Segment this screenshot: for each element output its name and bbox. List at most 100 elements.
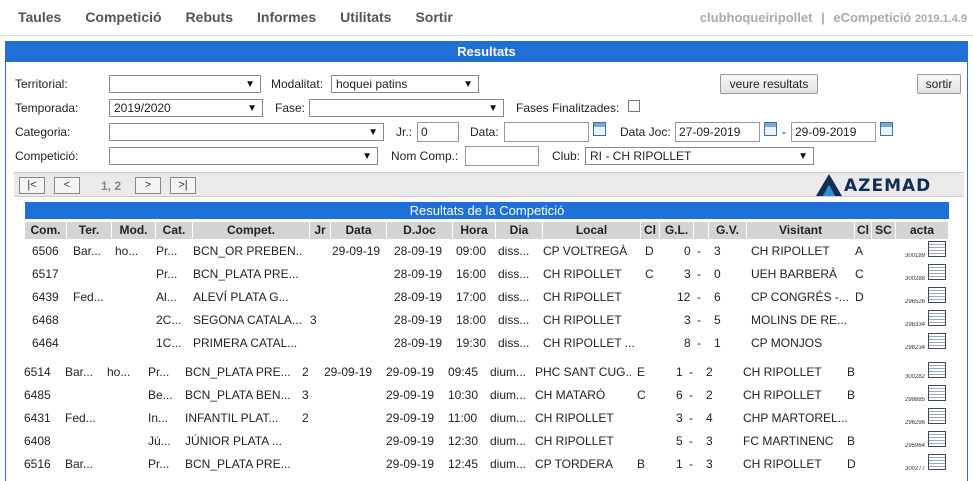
- calendar-icon[interactable]: [764, 122, 777, 136]
- club-select[interactable]: RI - CH RIPOLLET ▼: [585, 147, 814, 165]
- nomcomp-input[interactable]: [465, 146, 539, 166]
- data-input[interactable]: [504, 122, 589, 142]
- temporada-select[interactable]: 2019/2020 ▼: [109, 99, 263, 117]
- competicio-select[interactable]: ▼: [109, 147, 378, 165]
- menu-competicio[interactable]: Competició: [85, 9, 161, 25]
- acta-document-icon[interactable]: [928, 454, 946, 470]
- column-header[interactable]: Cl: [855, 222, 872, 239]
- goals-local-cell: 8: [684, 336, 691, 350]
- acta-number: 296296: [905, 420, 926, 426]
- column-header[interactable]: Cl: [641, 222, 660, 239]
- visitor-class-cell: D: [847, 457, 856, 471]
- local-team-cell: CH RIPOLLET ...: [543, 336, 635, 350]
- column-header[interactable]: Compet.: [193, 222, 310, 239]
- score-dash: -: [697, 244, 701, 258]
- app-name: eCompetició: [833, 10, 912, 25]
- acta-document-icon[interactable]: [928, 408, 946, 424]
- column-header[interactable]: Jr: [310, 222, 331, 239]
- datajoc-from-input[interactable]: 27-09-2019: [675, 122, 760, 142]
- column-header[interactable]: Cat.: [156, 222, 193, 239]
- table-row[interactable]: 6506 Bar... ho... Pr... BCN_OR PREBEN... 29-0…: [25, 241, 965, 261]
- column-header[interactable]: acta: [896, 222, 949, 239]
- column-header[interactable]: Visitant: [747, 222, 855, 239]
- acta-document-icon[interactable]: [928, 431, 946, 447]
- score-dash: -: [697, 290, 701, 304]
- table-row[interactable]: 6431 Fed... In... INFANTIL PLAT... 2 29-09-19…: [17, 408, 957, 428]
- temporada-value: 2019/2020: [114, 101, 171, 115]
- club-label: Club:: [552, 149, 581, 163]
- column-header[interactable]: G.V.: [709, 222, 747, 239]
- acta-document-icon[interactable]: [928, 310, 946, 326]
- table-row[interactable]: 6514 Bar... ho... Pr... BCN_PLATA PRE... 2 29-…: [17, 362, 957, 382]
- column-header[interactable]: Com.: [25, 222, 67, 239]
- jr-input[interactable]: 0: [417, 122, 459, 142]
- table-row[interactable]: 6439 Fed... Al... ALEVÍ PLATA G... 28-09-19 1…: [25, 287, 965, 307]
- sortir-button[interactable]: sortir: [917, 74, 961, 94]
- visitor-team-cell: CH RIPOLLET: [743, 365, 822, 379]
- goals-visitor-cell: 4: [706, 411, 713, 425]
- dia-cell: diss...: [498, 244, 530, 258]
- table-row[interactable]: 6485 Be... BCN_PLATA BEN... 3 29-09-19 10:30 d…: [17, 385, 957, 405]
- menu-rebuts[interactable]: Rebuts: [186, 9, 233, 25]
- dia-cell: diss...: [498, 313, 530, 327]
- table-row[interactable]: 6516 Bar... Pr... BCN_PLATA PRE... 29-09-19 1…: [17, 454, 957, 474]
- menu-informes[interactable]: Informes: [257, 9, 316, 25]
- acta-document-icon[interactable]: [928, 362, 946, 378]
- column-header[interactable]: G.L.: [660, 222, 694, 239]
- column-header[interactable]: SC: [872, 222, 896, 239]
- page-numbers[interactable]: 1, 2: [101, 179, 121, 193]
- fases-finalitzades-checkbox[interactable]: [628, 100, 640, 112]
- match-id: 6431: [24, 411, 51, 425]
- prev-page-button[interactable]: <: [54, 177, 80, 194]
- first-page-button[interactable]: |<: [19, 177, 45, 194]
- menu-sortir[interactable]: Sortir: [415, 9, 452, 25]
- competicio-cell: INFANTIL PLAT...: [185, 411, 279, 425]
- fase-select[interactable]: ▼: [309, 99, 504, 117]
- last-page-button[interactable]: >|: [170, 177, 196, 194]
- next-page-button[interactable]: >: [135, 177, 161, 194]
- goals-local-cell: 3: [676, 411, 683, 425]
- calendar-icon[interactable]: [880, 122, 893, 136]
- visitor-team-cell: CH RIPOLLET: [743, 388, 822, 402]
- modalitat-select[interactable]: hoquei patins ▼: [331, 75, 479, 93]
- table-row[interactable]: 6468 2C... SEGONA CATALA... 3 28-09-19 18:00 d…: [25, 310, 965, 330]
- table-row[interactable]: 6517 Pr... BCN_PLATA PRE... 28-09-19 16:00 di…: [25, 264, 965, 284]
- veure-resultats-button[interactable]: veure resultats: [720, 74, 818, 94]
- local-team-cell: CP VOLTREGÀ: [543, 244, 628, 258]
- dia-cell: dium...: [490, 388, 527, 402]
- acta-document-icon[interactable]: [928, 287, 946, 303]
- table-row[interactable]: 6408 Jú... JÚNIOR PLATA ... 29-09-19 12:30 di…: [17, 431, 957, 451]
- column-header[interactable]: Ter.: [67, 222, 112, 239]
- goals-local-cell: 1: [676, 365, 683, 379]
- acta-document-icon[interactable]: [928, 241, 946, 257]
- goals-local-cell: 0: [684, 244, 691, 258]
- acta-document-icon[interactable]: [928, 333, 946, 349]
- menu-utilitats[interactable]: Utilitats: [340, 9, 391, 25]
- calendar-icon[interactable]: [593, 122, 606, 136]
- acta-document-icon[interactable]: [928, 385, 946, 401]
- menu-taules[interactable]: Taules: [18, 9, 61, 25]
- competicio-cell: SEGONA CATALA...: [193, 313, 302, 327]
- goals-local-cell: 12: [677, 290, 691, 304]
- categoria-select[interactable]: ▼: [109, 123, 384, 141]
- acta-document-icon[interactable]: [928, 264, 946, 280]
- column-header[interactable]: [694, 222, 709, 239]
- categoria-cell: 2C...: [156, 313, 182, 327]
- column-header[interactable]: Local: [543, 222, 641, 239]
- jornada-cell: 3: [302, 388, 309, 402]
- datajoc-to-input[interactable]: 29-09-2019: [791, 122, 876, 142]
- column-header[interactable]: Data: [331, 222, 387, 239]
- column-header[interactable]: Hora: [453, 222, 496, 239]
- chevron-down-icon: ▼: [488, 103, 498, 114]
- brand: clubhoqueiripollet | eCompetició 2019.1.…: [700, 10, 967, 25]
- data-cell: 29-09-19: [324, 365, 373, 379]
- column-header[interactable]: Mod.: [112, 222, 156, 239]
- column-header[interactable]: D.Joc: [387, 222, 453, 239]
- match-id: 6517: [32, 267, 59, 281]
- table-row[interactable]: 6464 1C... PRIMERA CATAL... 28-09-19 19:30 di…: [25, 333, 965, 353]
- local-team-cell: CH RIPOLLET: [543, 267, 622, 281]
- datajoc-label: Data Joc:: [620, 125, 671, 139]
- goals-local-cell: 3: [684, 313, 691, 327]
- column-header[interactable]: Dia: [496, 222, 543, 239]
- territorial-select[interactable]: ▼: [109, 75, 261, 93]
